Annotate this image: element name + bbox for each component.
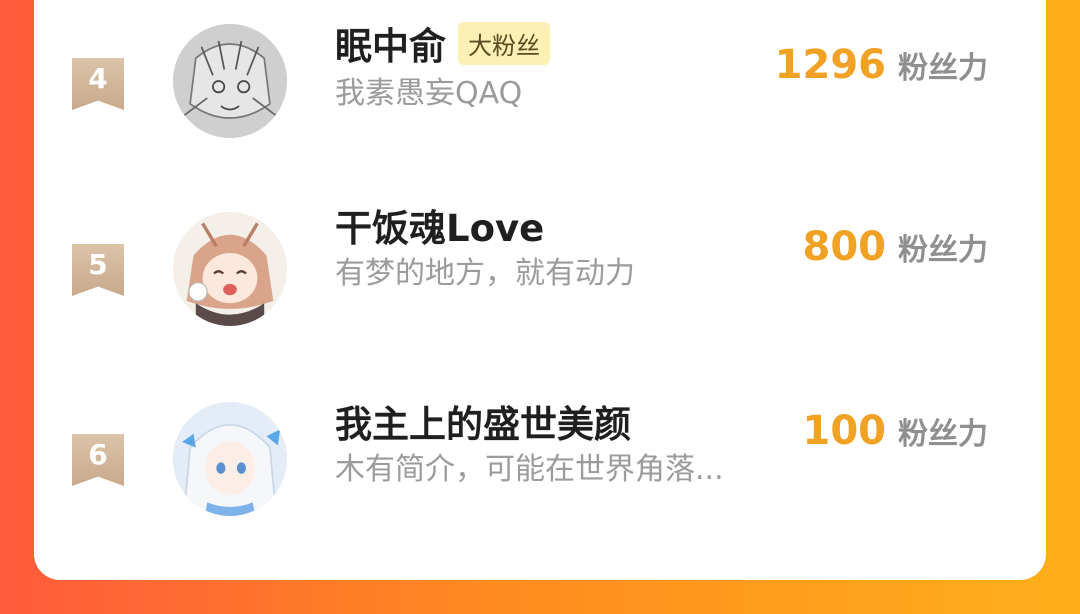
fan-power-value: 800 (802, 224, 887, 270)
avatar[interactable] (173, 24, 287, 138)
fan-power: 1296 粉丝力 (775, 42, 988, 88)
user-name: 眠中俞 (335, 25, 446, 68)
fan-power: 100 粉丝力 (803, 408, 989, 454)
rank-badge: 6 (72, 434, 124, 486)
sketch-portrait-image (173, 24, 287, 138)
fan-power-value: 1296 (774, 42, 886, 88)
list-item[interactable]: 6 我主上的盛世美颜 木有简介，可能在世界角落... 100 粉丝力 (34, 402, 1046, 554)
rank-number: 5 (88, 248, 108, 281)
user-name: 干饭魂Love (335, 207, 545, 250)
fan-power-unit: 粉丝力 (898, 233, 988, 268)
user-name: 我主上的盛世美颜 (335, 403, 631, 446)
avatar[interactable] (173, 212, 287, 326)
user-bio: 有梦的地方，就有动力 (335, 256, 635, 291)
anime-girl-pink-image (173, 212, 287, 326)
leaderboard-card: 4 眠中俞 大粉丝 我素愚妄QAQ 1296 粉丝力 5 干饭魂Love 有梦的… (34, 0, 1046, 580)
user-bio: 木有简介，可能在世界角落... (335, 452, 724, 487)
rank-number: 4 (88, 62, 108, 95)
rank-badge: 5 (72, 244, 124, 296)
fan-power-value: 100 (802, 408, 887, 454)
rank-badge: 4 (72, 58, 124, 110)
fan-level-badge: 大粉丝 (458, 21, 550, 65)
fan-power-unit: 粉丝力 (898, 51, 988, 86)
fan-power-unit: 粉丝力 (898, 417, 988, 452)
list-item[interactable]: 5 干饭魂Love 有梦的地方，就有动力 800 粉丝力 (34, 207, 1046, 360)
avatar[interactable] (173, 402, 287, 516)
list-item[interactable]: 4 眠中俞 大粉丝 我素愚妄QAQ 1296 粉丝力 (34, 21, 1046, 172)
anime-white-hair-image (173, 402, 287, 516)
user-bio: 我素愚妄QAQ (335, 76, 523, 111)
rank-number: 6 (88, 438, 108, 471)
fan-power: 800 粉丝力 (803, 224, 989, 270)
